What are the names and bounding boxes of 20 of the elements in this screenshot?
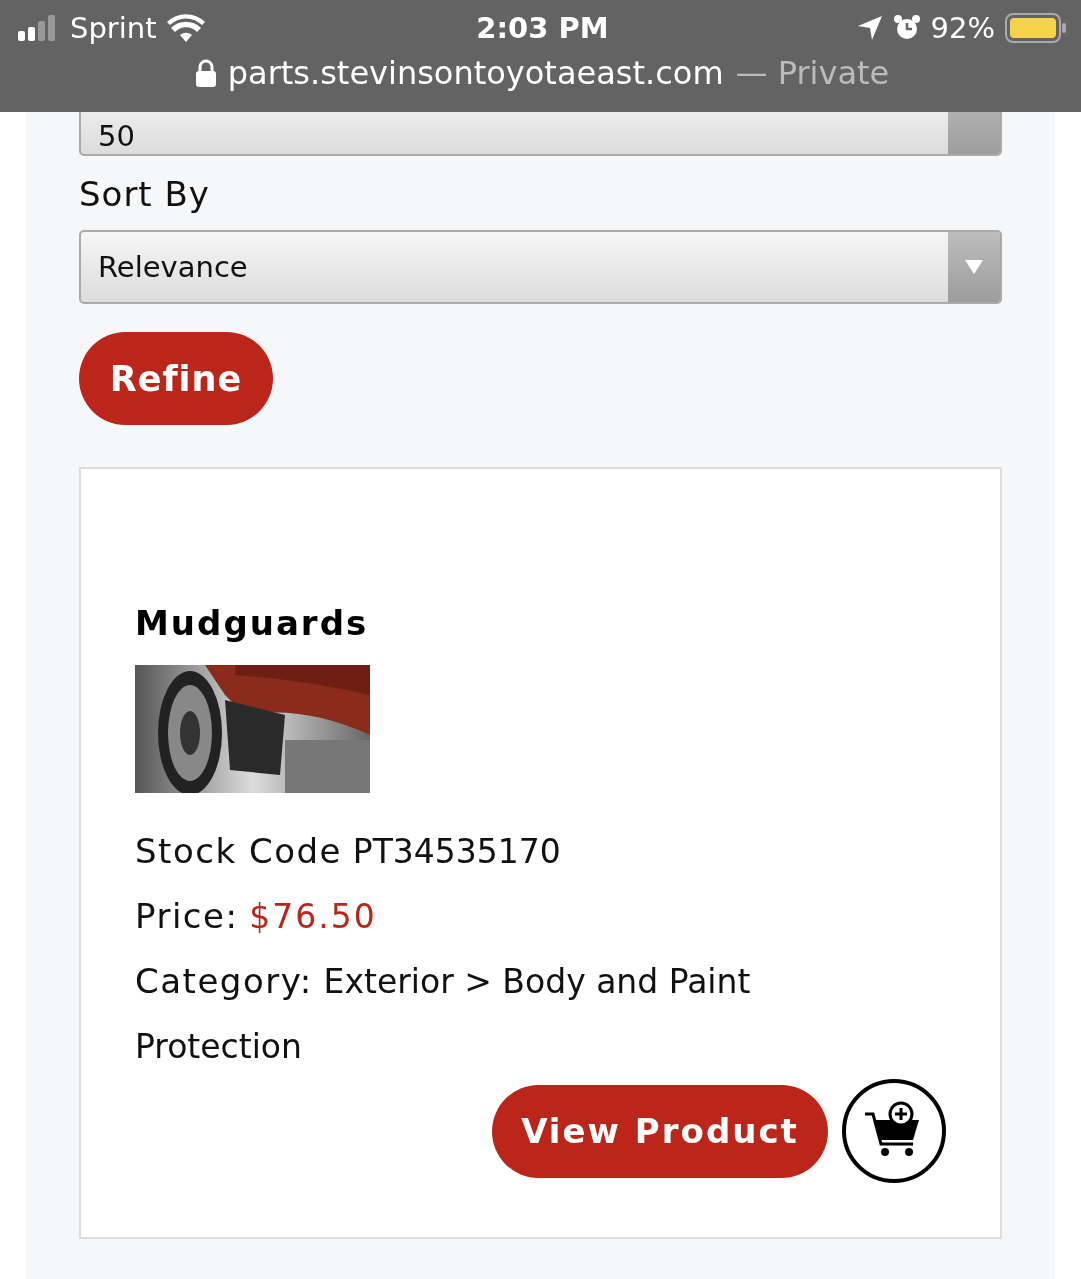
- location-arrow-icon: [856, 15, 883, 41]
- per-page-select[interactable]: 50: [79, 112, 1002, 156]
- url-text[interactable]: parts.stevinsontoyotaeast.com: [227, 54, 724, 92]
- alarm-clock-icon: [892, 14, 921, 42]
- sort-label: Sort By: [79, 174, 211, 214]
- carrier-name: Sprint: [70, 11, 157, 45]
- clock-time: 2:03 PM: [476, 11, 609, 45]
- battery-icon: [1005, 13, 1067, 43]
- wifi-icon: [166, 14, 205, 42]
- view-product-button[interactable]: View Product: [492, 1084, 828, 1178]
- dropdown-arrow-icon: [965, 260, 983, 274]
- sort-select[interactable]: Relevance: [79, 230, 1002, 304]
- refine-button[interactable]: Refine: [79, 332, 273, 425]
- product-detail-text: Category: Exterior > Body and Paint Protection: [135, 960, 752, 1068]
- private-label: — Private: [735, 54, 890, 92]
- product-detail-text: Stock Code PT34535170: [135, 830, 562, 873]
- battery-percent: 92%: [930, 11, 995, 45]
- product-detail-text: Price: $76.50: [135, 895, 378, 938]
- lock-icon: [195, 59, 216, 87]
- product-title: Mudguards: [135, 603, 370, 643]
